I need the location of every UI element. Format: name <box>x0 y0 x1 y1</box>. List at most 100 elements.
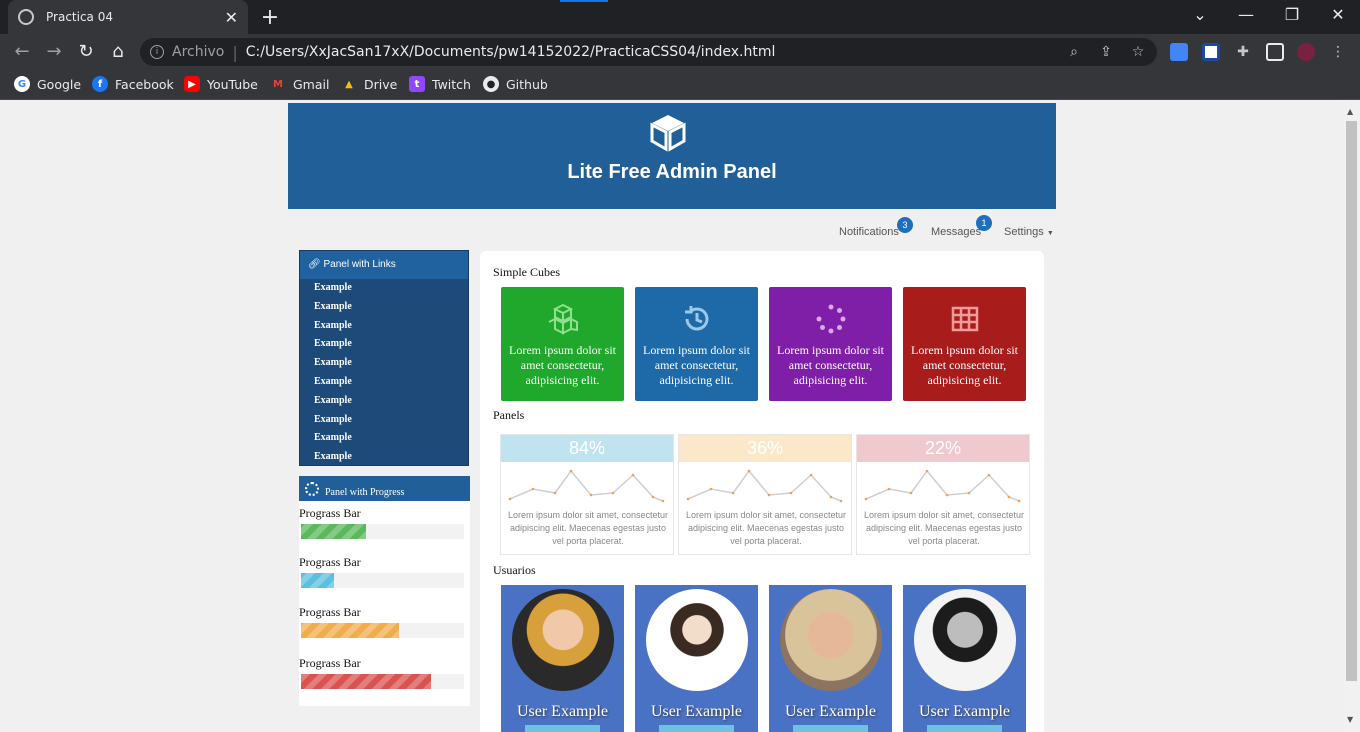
scroll-down-arrow[interactable]: ▼ <box>1347 715 1353 724</box>
sidepanel-icon[interactable] <box>1266 43 1284 61</box>
link-item[interactable]: Example <box>300 354 468 373</box>
user-action-button[interactable] <box>659 725 734 732</box>
page-scrollbar[interactable]: ▲ ▼ <box>1343 103 1360 732</box>
bookmark-google[interactable]: G Google <box>14 76 81 92</box>
site-title: Lite Free Admin Panel <box>567 161 777 183</box>
bookmark-youtube[interactable]: ▶ YouTube <box>184 76 258 92</box>
github-icon: ● <box>483 76 499 92</box>
caret-down-icon: ▼ <box>1046 230 1054 237</box>
user-card[interactable]: User Example <box>769 585 892 732</box>
user-card[interactable]: User Example <box>501 585 624 732</box>
stat-panel: 84% Lorem ipsum dolor sit amet, consectet… <box>500 434 674 555</box>
info-icon[interactable]: i <box>150 45 164 59</box>
user-card[interactable]: User Example <box>903 585 1026 732</box>
user-name: User Example <box>516 703 609 720</box>
extensions-puzzle-icon[interactable]: ✚ <box>1234 44 1252 60</box>
url-text[interactable]: C:/Users/XxJacSan17xX/Documents/pw141520… <box>246 44 776 60</box>
site-header: Lite Free Admin Panel <box>288 103 1056 209</box>
b-extension-icon[interactable] <box>1202 43 1220 61</box>
user-action-button[interactable] <box>793 725 868 732</box>
stat-panel: 22% Lorem ipsum dolor sit amet, consectet… <box>856 434 1030 555</box>
share-icon[interactable]: ⇪ <box>1097 44 1115 60</box>
tab-strip: Practica 04 ✕ + ⌄ — ❐ ✕ <box>0 0 1360 34</box>
home-button[interactable]: ⌂ <box>107 41 129 62</box>
bookmark-drive[interactable]: ▲ Drive <box>341 76 397 92</box>
cube-text: Lorem ipsum dolor sit amet consectetur, … <box>643 343 750 387</box>
drive-icon: ▲ <box>345 78 353 90</box>
notifications-badge: 3 <box>897 217 913 233</box>
sparkline <box>508 469 665 503</box>
history-icon <box>681 303 713 335</box>
progress-label: Prograss Bar <box>299 506 361 520</box>
stat-value: 22% <box>857 435 1029 462</box>
cube-card[interactable]: Lorem ipsum dolor sit amet consectetur, … <box>769 287 892 401</box>
settings-dropdown[interactable]: Settings ▼ <box>1004 226 1054 238</box>
bookmark-twitch[interactable]: t Twitch <box>409 76 471 92</box>
link-item[interactable]: Example <box>300 317 468 336</box>
profile-avatar[interactable] <box>1297 43 1315 61</box>
user-name: User Example <box>784 703 877 720</box>
progress-panel: Panel with Progress Prograss Bar Prograss… <box>299 476 470 706</box>
address-separator: | <box>232 42 238 62</box>
section-title-users: Usuarios <box>493 563 536 577</box>
cube-text: Lorem ipsum dolor sit amet consectetur, … <box>509 343 616 387</box>
address-bar[interactable]: i Archivo | C:/Users/XxJacSan17xX/Docume… <box>140 38 1157 66</box>
messages-link[interactable]: Messages <box>931 226 981 238</box>
scroll-up-arrow[interactable]: ▲ <box>1347 107 1353 116</box>
notifications-link[interactable]: Notifications <box>839 226 899 238</box>
user-action-button[interactable] <box>927 725 1002 732</box>
menu-kebab-icon[interactable]: ⋮ <box>1329 44 1347 60</box>
bookmark-github[interactable]: ● Github <box>483 76 548 92</box>
section-title-panels: Panels <box>493 408 525 422</box>
sparkline <box>686 469 843 503</box>
table-icon <box>949 303 981 335</box>
progress-track <box>301 623 464 638</box>
minimize-button[interactable]: — <box>1236 5 1256 24</box>
avatar <box>512 589 614 691</box>
spinner-icon <box>815 303 847 335</box>
link-item[interactable]: Example <box>300 335 468 354</box>
user-card[interactable]: User Example <box>635 585 758 732</box>
translate-extension-icon[interactable] <box>1170 43 1188 61</box>
stat-value: 36% <box>679 435 851 462</box>
link-item[interactable]: Example <box>300 298 468 317</box>
link-item[interactable]: Example <box>300 429 468 448</box>
link-item[interactable]: Example <box>300 448 468 467</box>
new-tab-button[interactable]: + <box>258 5 282 30</box>
links-list: Example Example Example Example Example Examp… <box>300 279 468 467</box>
link-item[interactable]: Example <box>300 373 468 392</box>
reload-button[interactable]: ↻ <box>75 41 97 62</box>
user-action-button[interactable] <box>525 725 600 732</box>
bookmark-facebook[interactable]: f Facebook <box>92 76 174 92</box>
cube-card[interactable]: Lorem ipsum dolor sit amet consectetur, … <box>635 287 758 401</box>
close-window-button[interactable]: ✕ <box>1328 5 1348 24</box>
progress-panel-header: Panel with Progress <box>299 476 470 501</box>
zoom-icon[interactable]: ⌕ <box>1065 44 1083 60</box>
link-item[interactable]: Example <box>300 279 468 298</box>
link-item[interactable]: Example <box>300 411 468 430</box>
bookmark-gmail[interactable]: M Gmail <box>270 76 329 92</box>
progress-label: Prograss Bar <box>299 605 361 619</box>
avatar <box>646 589 748 691</box>
progress-fill <box>301 623 399 638</box>
avatar <box>780 589 882 691</box>
forward-button[interactable]: → <box>43 41 65 62</box>
stat-value: 84% <box>501 435 673 462</box>
stat-description: Lorem ipsum dolor sit amet, consectetur … <box>863 510 1025 546</box>
messages-badge: 1 <box>976 215 992 231</box>
scroll-thumb[interactable] <box>1346 121 1357 681</box>
bookmark-star-icon[interactable]: ☆ <box>1129 44 1147 60</box>
tab-search-icon[interactable]: ⌄ <box>1190 5 1210 24</box>
browser-toolbar: ← → ↻ ⌂ i Archivo | C:/Users/XxJacSan17x… <box>0 34 1360 70</box>
close-tab-icon[interactable]: ✕ <box>225 8 238 27</box>
cube-card[interactable]: Lorem ipsum dolor sit amet consectetur, … <box>903 287 1026 401</box>
avatar <box>914 589 1016 691</box>
link-item[interactable]: Example <box>300 392 468 411</box>
main-content: Simple Cubes Lorem ipsum dolor sit amet … <box>480 251 1044 732</box>
restore-button[interactable]: ❐ <box>1282 5 1302 24</box>
cube-card[interactable]: Lorem ipsum dolor sit amet consectetur, … <box>501 287 624 401</box>
cube-text: Lorem ipsum dolor sit amet consectetur, … <box>777 343 884 387</box>
links-panel: 🔗︎ Panel with Links Example Example Exampl… <box>299 250 469 466</box>
browser-tab[interactable]: Practica 04 ✕ <box>8 0 248 34</box>
back-button[interactable]: ← <box>11 41 33 62</box>
